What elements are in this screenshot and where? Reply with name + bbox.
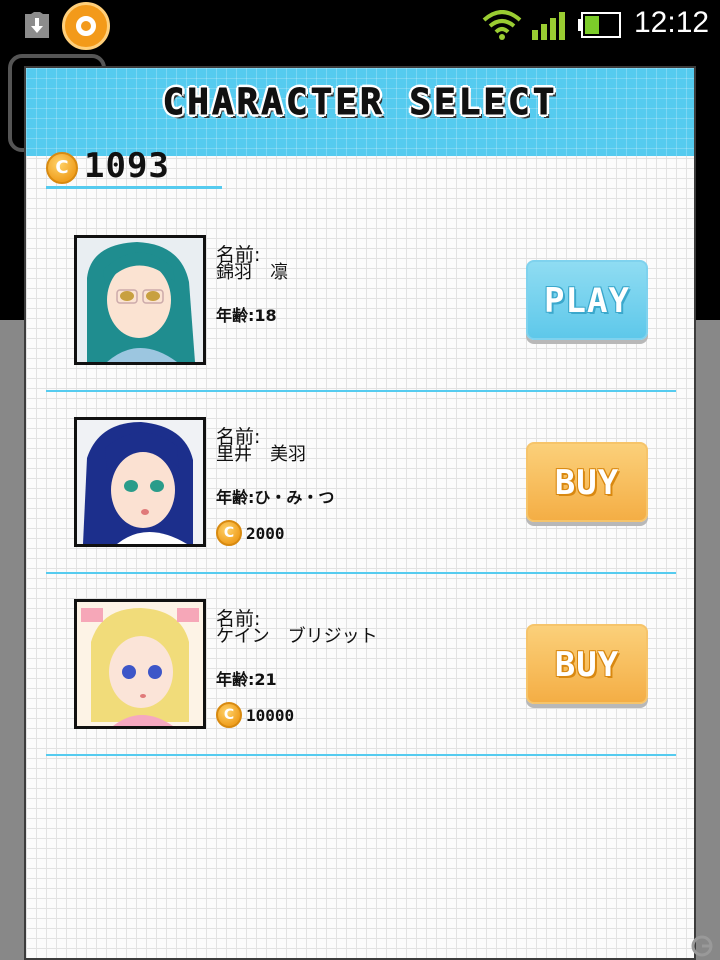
wifi-icon xyxy=(482,10,522,40)
buy-button[interactable]: BUY xyxy=(526,624,648,704)
buy-button[interactable]: BUY xyxy=(526,442,648,522)
signal-icon xyxy=(532,12,565,40)
status-bar: 12:12 xyxy=(0,0,720,50)
coin-icon xyxy=(46,152,78,184)
character-row: 名前: 錦羽 凛 年齢:18 PLAY xyxy=(26,228,694,408)
character-portrait xyxy=(74,599,206,729)
character-row: 名前: ケイン ブリジット 年齢:21 10000 BUY xyxy=(26,592,694,772)
character-row: 名前: 里井 美羽 年齢:ひ・み・つ 2000 BUY xyxy=(26,410,694,590)
character-price: 10000 xyxy=(246,706,295,725)
download-icon xyxy=(25,12,49,38)
coin-balance: 1093 xyxy=(84,146,170,186)
character-portrait xyxy=(74,417,206,547)
dialog-header: CHARACTER SELECT xyxy=(26,68,694,156)
coin-icon xyxy=(216,702,242,728)
row-divider xyxy=(46,390,676,392)
character-price: 2000 xyxy=(246,524,285,543)
app-notification-icon xyxy=(62,2,110,50)
coin-icon xyxy=(216,520,242,546)
character-name: 錦羽 凛 xyxy=(216,262,288,283)
character-name: ケイン ブリジット xyxy=(216,626,378,647)
balance-underline xyxy=(46,186,222,189)
clock: 12:12 xyxy=(634,6,710,39)
row-divider xyxy=(46,572,676,574)
dialog-title: CHARACTER SELECT xyxy=(162,82,558,124)
row-divider xyxy=(46,754,676,756)
watermark-logo-icon xyxy=(691,935,713,957)
character-name: 里井 美羽 xyxy=(216,444,306,465)
character-portrait xyxy=(74,235,206,365)
character-age: 年齢:18 xyxy=(216,306,277,325)
character-age: 年齢:21 xyxy=(216,670,277,689)
battery-icon xyxy=(578,12,621,38)
character-age: 年齢:ひ・み・つ xyxy=(216,488,335,507)
character-select-dialog: CHARACTER SELECT 1093 名前: 錦羽 凛 年齢:18 PLA… xyxy=(24,66,696,960)
play-button[interactable]: PLAY xyxy=(526,260,648,340)
